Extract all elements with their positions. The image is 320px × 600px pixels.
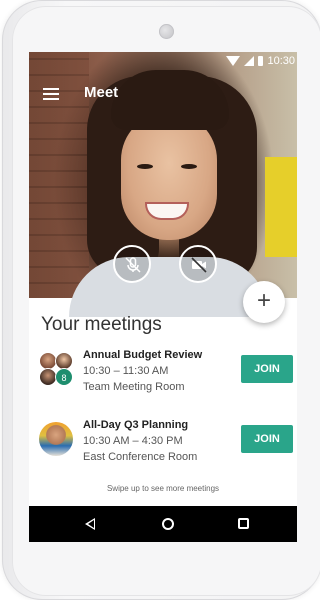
join-button[interactable]: JOIN xyxy=(241,425,293,453)
mic-off-icon xyxy=(125,257,141,273)
meeting-room: East Conference Room xyxy=(83,451,198,463)
meetings-section-title: Your meetings xyxy=(41,314,162,335)
meeting-title: Annual Budget Review xyxy=(83,349,203,361)
status-time: 10:30 xyxy=(267,55,295,67)
participant-count-badge: 8 xyxy=(55,368,73,386)
system-nav-bar xyxy=(29,506,297,542)
mute-microphone-button[interactable] xyxy=(113,245,151,283)
meeting-time: 10:30 AM – 4:30 PM xyxy=(83,435,183,447)
join-button[interactable]: JOIN xyxy=(241,355,293,383)
meeting-item: All-Day Q3 Planning 10:30 AM – 4:30 PM E… xyxy=(29,418,297,478)
phone-screen: 10:30 Meet + Your meetings 8 Annual Budg… xyxy=(29,52,297,542)
recent-apps-icon[interactable] xyxy=(238,518,249,529)
home-icon[interactable] xyxy=(162,518,174,530)
person-hair-top xyxy=(111,70,229,130)
status-icons: 10:30 xyxy=(226,55,295,67)
wifi-icon xyxy=(226,56,241,66)
video-background-object xyxy=(265,157,297,257)
back-icon[interactable] xyxy=(85,518,95,530)
menu-icon[interactable] xyxy=(43,88,59,100)
swipe-hint: Swipe up to see more meetings xyxy=(106,484,220,493)
videocam-off-icon xyxy=(191,257,207,273)
meeting-details: Annual Budget Review 10:30 – 11:30 AM Te… xyxy=(83,348,233,395)
camera-off-button[interactable] xyxy=(179,245,217,283)
meeting-item: 8 Annual Budget Review 10:30 – 11:30 AM … xyxy=(29,348,297,408)
signal-icon xyxy=(244,56,255,66)
person-shirt xyxy=(69,257,269,317)
new-meeting-button[interactable]: + xyxy=(243,281,285,323)
meeting-room: Team Meeting Room xyxy=(83,381,185,393)
video-background-wall xyxy=(29,52,89,298)
meeting-time: 10:30 – 11:30 AM xyxy=(83,365,169,377)
front-camera xyxy=(159,24,174,39)
participant-avatars: 8 xyxy=(39,352,73,386)
person-eye-left xyxy=(137,164,153,169)
meeting-details: All-Day Q3 Planning 10:30 AM – 4:30 PM E… xyxy=(83,418,233,465)
status-bar: 10:30 xyxy=(29,52,297,72)
person-face xyxy=(121,112,217,240)
battery-icon xyxy=(258,56,264,66)
video-feed xyxy=(29,52,297,317)
app-title: Meet xyxy=(84,84,119,101)
meeting-title: All-Day Q3 Planning xyxy=(83,419,189,431)
avatar xyxy=(39,422,73,456)
participant-avatars xyxy=(39,422,73,456)
person-eye-right xyxy=(181,164,197,169)
